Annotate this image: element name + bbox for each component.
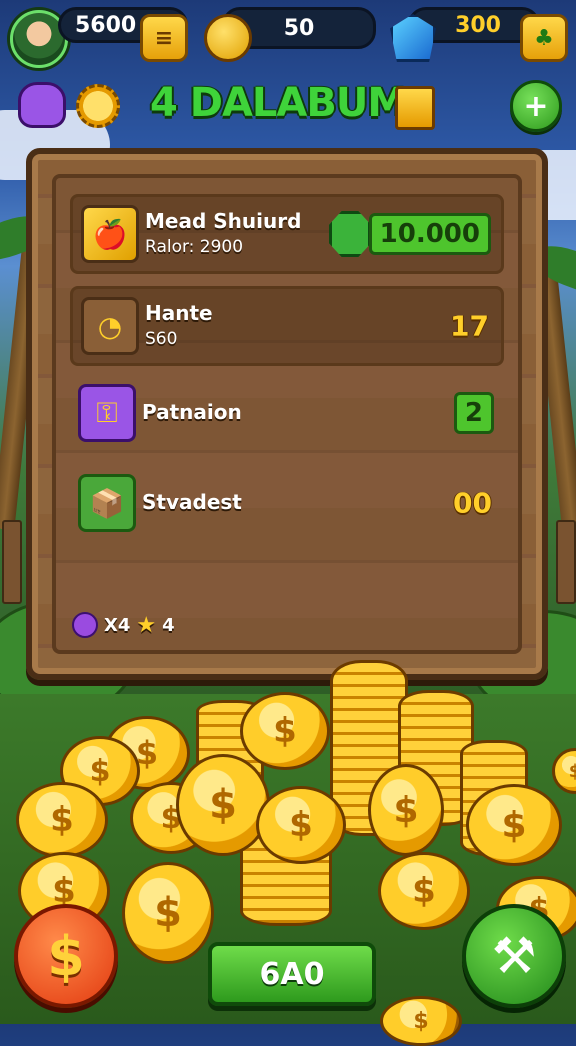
dollar-button[interactable]: $ (14, 904, 118, 1008)
item-value: 2 (453, 392, 494, 434)
board-footer: X4 ★ 4 (72, 612, 175, 638)
coin: $ (368, 764, 444, 856)
item-name: Stvadest (142, 490, 242, 514)
screen-title: 4 DALABUM (150, 80, 407, 126)
star-icon: ★ (136, 612, 157, 638)
album-board: 🍎 Mead Shuiurd Ralor: 2900 10.000 ◔ Hant… (26, 148, 548, 680)
item-value: 17 (450, 309, 489, 343)
coin: $ (256, 786, 346, 864)
coin: $ (122, 862, 214, 964)
green-shop-icon[interactable]: ♣ (520, 14, 568, 62)
golden-key-icon: ⚿ (78, 384, 136, 442)
item-value: 10.000 (368, 213, 491, 255)
treasure-chest-icon: 📦 (78, 474, 136, 532)
collect-button[interactable]: 6A0 (208, 942, 376, 1006)
list-item[interactable]: 🍎 Mead Shuiurd Ralor: 2900 10.000 (70, 194, 504, 274)
coin: $ (240, 692, 330, 770)
bananas-value: 50 (283, 15, 315, 41)
list-item[interactable]: ◔ Hante S60 17 (70, 286, 504, 366)
multiplier-text: X4 (104, 614, 131, 636)
shields-value: 300 (455, 12, 501, 38)
banana-icon (204, 14, 252, 62)
item-subtitle: Ralor: 2900 (145, 237, 244, 257)
hammer-icon: ⚒ (491, 927, 537, 985)
purple-creature-icon[interactable] (18, 82, 66, 128)
green-gem-icon (329, 211, 371, 257)
coin: $ (466, 784, 562, 866)
collect-button-label: 6A0 (259, 956, 325, 992)
hammer-button[interactable]: ⚒ (462, 904, 566, 1008)
sun-gear-icon[interactable] (76, 84, 120, 128)
item-value: 00 (453, 486, 492, 520)
add-button[interactable]: + (510, 80, 562, 132)
title-badge (395, 86, 435, 130)
star-count: 4 (162, 614, 175, 636)
dollar-icon: $ (47, 924, 85, 988)
item-subtitle: S60 (145, 329, 178, 349)
wallet-icon[interactable]: ≡ (140, 14, 188, 62)
banana-icon: ◔ (81, 297, 139, 355)
item-name: Mead Shuiurd (145, 209, 302, 233)
list-item[interactable]: ⚿ Patnaion 2 (70, 376, 504, 450)
coin: $ (176, 754, 270, 856)
item-name: Patnaion (142, 400, 242, 424)
board-inner: 🍎 Mead Shuiurd Ralor: 2900 10.000 ◔ Hant… (52, 174, 522, 654)
title-text: 4 DALABUM (150, 80, 407, 126)
item-name: Hante (145, 301, 213, 325)
fruit-basket-icon: 🍎 (81, 205, 139, 263)
coins-value: 5600 (75, 12, 137, 38)
coin: $ (380, 996, 462, 1046)
clock-icon (72, 612, 98, 638)
plus-icon: + (523, 88, 549, 124)
coin: $ (378, 852, 470, 930)
fence-post (2, 520, 22, 604)
coin: $ (16, 782, 108, 858)
list-item[interactable]: 📦 Stvadest 00 (70, 466, 504, 540)
fence-post (556, 520, 576, 604)
